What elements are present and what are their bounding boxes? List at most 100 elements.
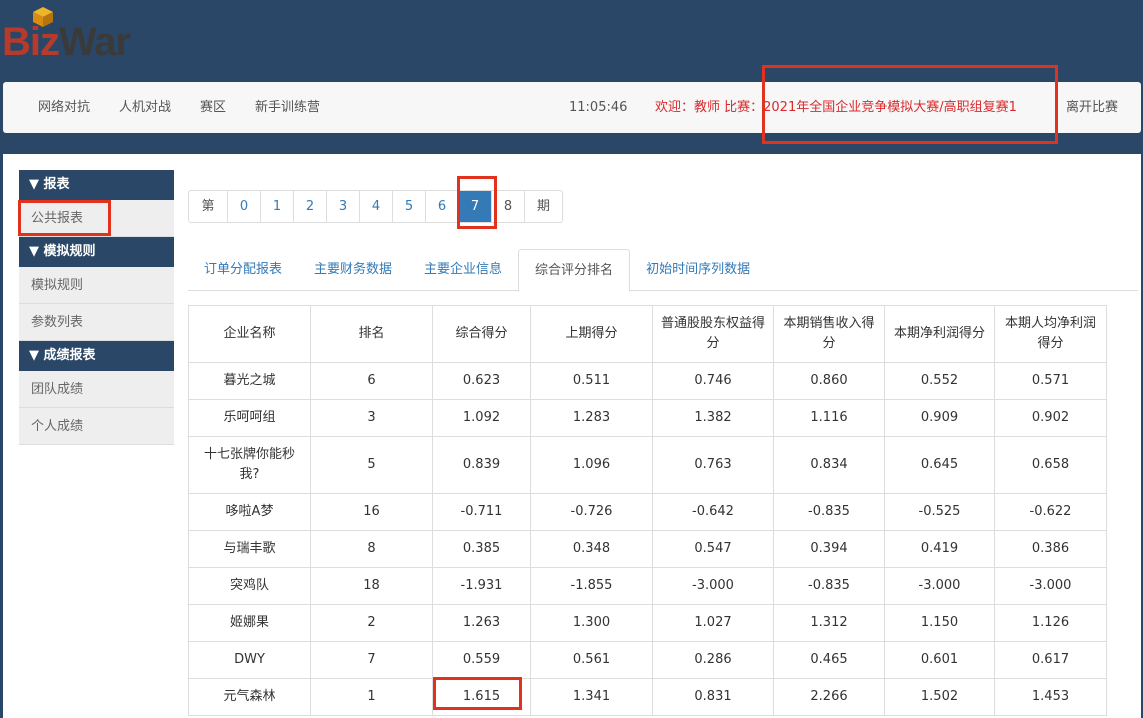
welcome-text: 欢迎：教师 比赛：2021年全国企业竞争模拟大赛/高职组复赛1 — [655, 100, 1017, 115]
score-cell: 0.658 — [994, 436, 1107, 494]
pager-page-6[interactable]: 6 — [425, 191, 458, 222]
nav-human-vs-ai[interactable]: 人机对战 — [105, 82, 186, 133]
score-cell: -0.711 — [432, 493, 531, 531]
score-cell: 3 — [310, 399, 433, 437]
sidebar: ▼ 报表 公共报表 ▼ 模拟规则 模拟规则 参数列表 ▼ 成绩报表 团队成绩 个… — [19, 170, 174, 445]
score-cell: 1.027 — [652, 604, 774, 642]
sidebar-section-rules[interactable]: ▼ 模拟规则 — [19, 237, 174, 267]
pager-page-3[interactable]: 3 — [326, 191, 359, 222]
pager-page-2[interactable]: 2 — [293, 191, 326, 222]
sidebar-section-scores[interactable]: ▼ 成绩报表 — [19, 341, 174, 371]
main-panel: ▼ 报表 公共报表 ▼ 模拟规则 模拟规则 参数列表 ▼ 成绩报表 团队成绩 个… — [3, 154, 1141, 718]
tab-overall-ranking[interactable]: 综合评分排名 — [518, 249, 631, 292]
pager-page-5[interactable]: 5 — [392, 191, 425, 222]
pager-page-4[interactable]: 4 — [359, 191, 392, 222]
tab-order-allocation[interactable]: 订单分配报表 — [188, 249, 298, 291]
score-cell: 2.266 — [773, 678, 885, 716]
score-cell: 0.839 — [432, 436, 531, 494]
score-cell: 1.283 — [530, 399, 653, 437]
score-cell: 0.465 — [773, 641, 885, 679]
table-row: 与瑞丰歌 8 0.385 0.348 0.547 0.394 0.419 0.386 — [188, 530, 1107, 568]
score-cell: 1.150 — [884, 604, 995, 642]
col-header: 普通股股东权益得分 — [652, 305, 774, 363]
sidebar-item-params[interactable]: 参数列表 — [19, 304, 174, 341]
company-name-cell: 十七张牌你能秒我? — [188, 436, 311, 494]
score-cell: 1.312 — [773, 604, 885, 642]
score-cell: 6 — [310, 362, 433, 400]
score-cell: -0.835 — [773, 567, 885, 605]
nav-training-camp[interactable]: 新手训练营 — [241, 82, 335, 133]
score-cell: 5 — [310, 436, 433, 494]
score-cell: 0.511 — [530, 362, 653, 400]
col-header: 企业名称 — [188, 305, 311, 363]
score-cell: 0.909 — [884, 399, 995, 437]
score-cell: 0.763 — [652, 436, 774, 494]
score-cell: 0.348 — [530, 530, 653, 568]
score-cell: 0.386 — [994, 530, 1107, 568]
table-row: 哆啦A梦 16 -0.711 -0.726 -0.642 -0.835 -0.525 -0.6… — [188, 493, 1107, 531]
pager-suffix: 期 — [524, 191, 562, 222]
score-cell: 0.559 — [432, 641, 531, 679]
score-cell: 0.601 — [884, 641, 995, 679]
table-row: 姬娜果 2 1.263 1.300 1.027 1.312 1.150 1.126 — [188, 604, 1107, 642]
col-header: 本期销售收入得分 — [773, 305, 885, 363]
logo-text: BizWar — [2, 20, 131, 64]
nav-division[interactable]: 赛区 — [186, 82, 241, 133]
company-name-cell: 元气森林 — [188, 678, 311, 716]
col-header: 上期得分 — [530, 305, 653, 363]
company-name-cell: DWY — [188, 641, 311, 679]
table-row: 元气森林 1 1.615 1.341 0.831 2.266 1.502 1.453 — [188, 678, 1107, 716]
report-tabs: 订单分配报表 主要财务数据 主要企业信息 综合评分排名 初始时间序列数据 — [188, 249, 1138, 292]
col-header: 本期净利润得分 — [884, 305, 995, 363]
score-cell: 0.645 — [884, 436, 995, 494]
pager-page-0[interactable]: 0 — [227, 191, 260, 222]
logo-biz: Biz — [2, 20, 60, 64]
score-cell: 8 — [310, 530, 433, 568]
score-cell: 7 — [310, 641, 433, 679]
table-row: DWY 7 0.559 0.561 0.286 0.465 0.601 0.617 — [188, 641, 1107, 679]
sidebar-section-reports[interactable]: ▼ 报表 — [19, 170, 174, 200]
score-cell: -3.000 — [884, 567, 995, 605]
tab-financial-data[interactable]: 主要财务数据 — [298, 249, 408, 291]
leave-match-link[interactable]: 离开比赛 — [1066, 82, 1118, 133]
score-cell: 1.116 — [773, 399, 885, 437]
pager-page-8[interactable]: 8 — [491, 191, 524, 222]
score-cell: 0.419 — [884, 530, 995, 568]
score-cell: 0.860 — [773, 362, 885, 400]
score-cell: 0.547 — [652, 530, 774, 568]
sidebar-item-public-reports[interactable]: 公共报表 — [19, 200, 174, 237]
pager-page-1[interactable]: 1 — [260, 191, 293, 222]
score-cell: 2 — [310, 604, 433, 642]
pager-prefix: 第 — [201, 199, 215, 214]
company-name-cell: 突鸡队 — [188, 567, 311, 605]
score-cell: 0.286 — [652, 641, 774, 679]
sidebar-item-rules[interactable]: 模拟规则 — [19, 267, 174, 304]
score-cell: 1.502 — [884, 678, 995, 716]
clock: 11:05:46 — [569, 100, 628, 115]
score-cell: 0.834 — [773, 436, 885, 494]
period-pager: 第 0 1 2 3 4 5 6 7 8 期 — [188, 190, 563, 223]
score-cell: 0.623 — [432, 362, 531, 400]
score-cell: 0.561 — [530, 641, 653, 679]
score-cell: 1.263 — [432, 604, 531, 642]
score-cell: -0.525 — [884, 493, 995, 531]
sidebar-item-team-scores[interactable]: 团队成绩 — [19, 371, 174, 408]
nav-network-battle[interactable]: 网络对抗 — [3, 82, 105, 133]
sidebar-item-personal-scores[interactable]: 个人成绩 — [19, 408, 174, 445]
score-cell: 1.092 — [432, 399, 531, 437]
bizwar-logo: BizWar — [2, 6, 162, 64]
tab-initial-series[interactable]: 初始时间序列数据 — [630, 249, 766, 291]
pager-page-7[interactable]: 7 — [458, 191, 491, 222]
company-name-cell: 与瑞丰歌 — [188, 530, 311, 568]
score-cell: -0.726 — [530, 493, 653, 531]
score-cell: 0.617 — [994, 641, 1107, 679]
top-nav: 网络对抗 人机对战 赛区 新手训练营 11:05:46 欢迎：教师 比赛：202… — [3, 82, 1141, 133]
score-cell: 0.831 — [652, 678, 774, 716]
score-cell: 16 — [310, 493, 433, 531]
tab-company-info[interactable]: 主要企业信息 — [408, 249, 518, 291]
logo-war: War — [59, 20, 131, 64]
col-header: 综合得分 — [432, 305, 531, 363]
table-row: 乐呵呵组 3 1.092 1.283 1.382 1.116 0.909 0.902 — [188, 399, 1107, 437]
score-cell: 1.096 — [530, 436, 653, 494]
score-cell: 0.746 — [652, 362, 774, 400]
